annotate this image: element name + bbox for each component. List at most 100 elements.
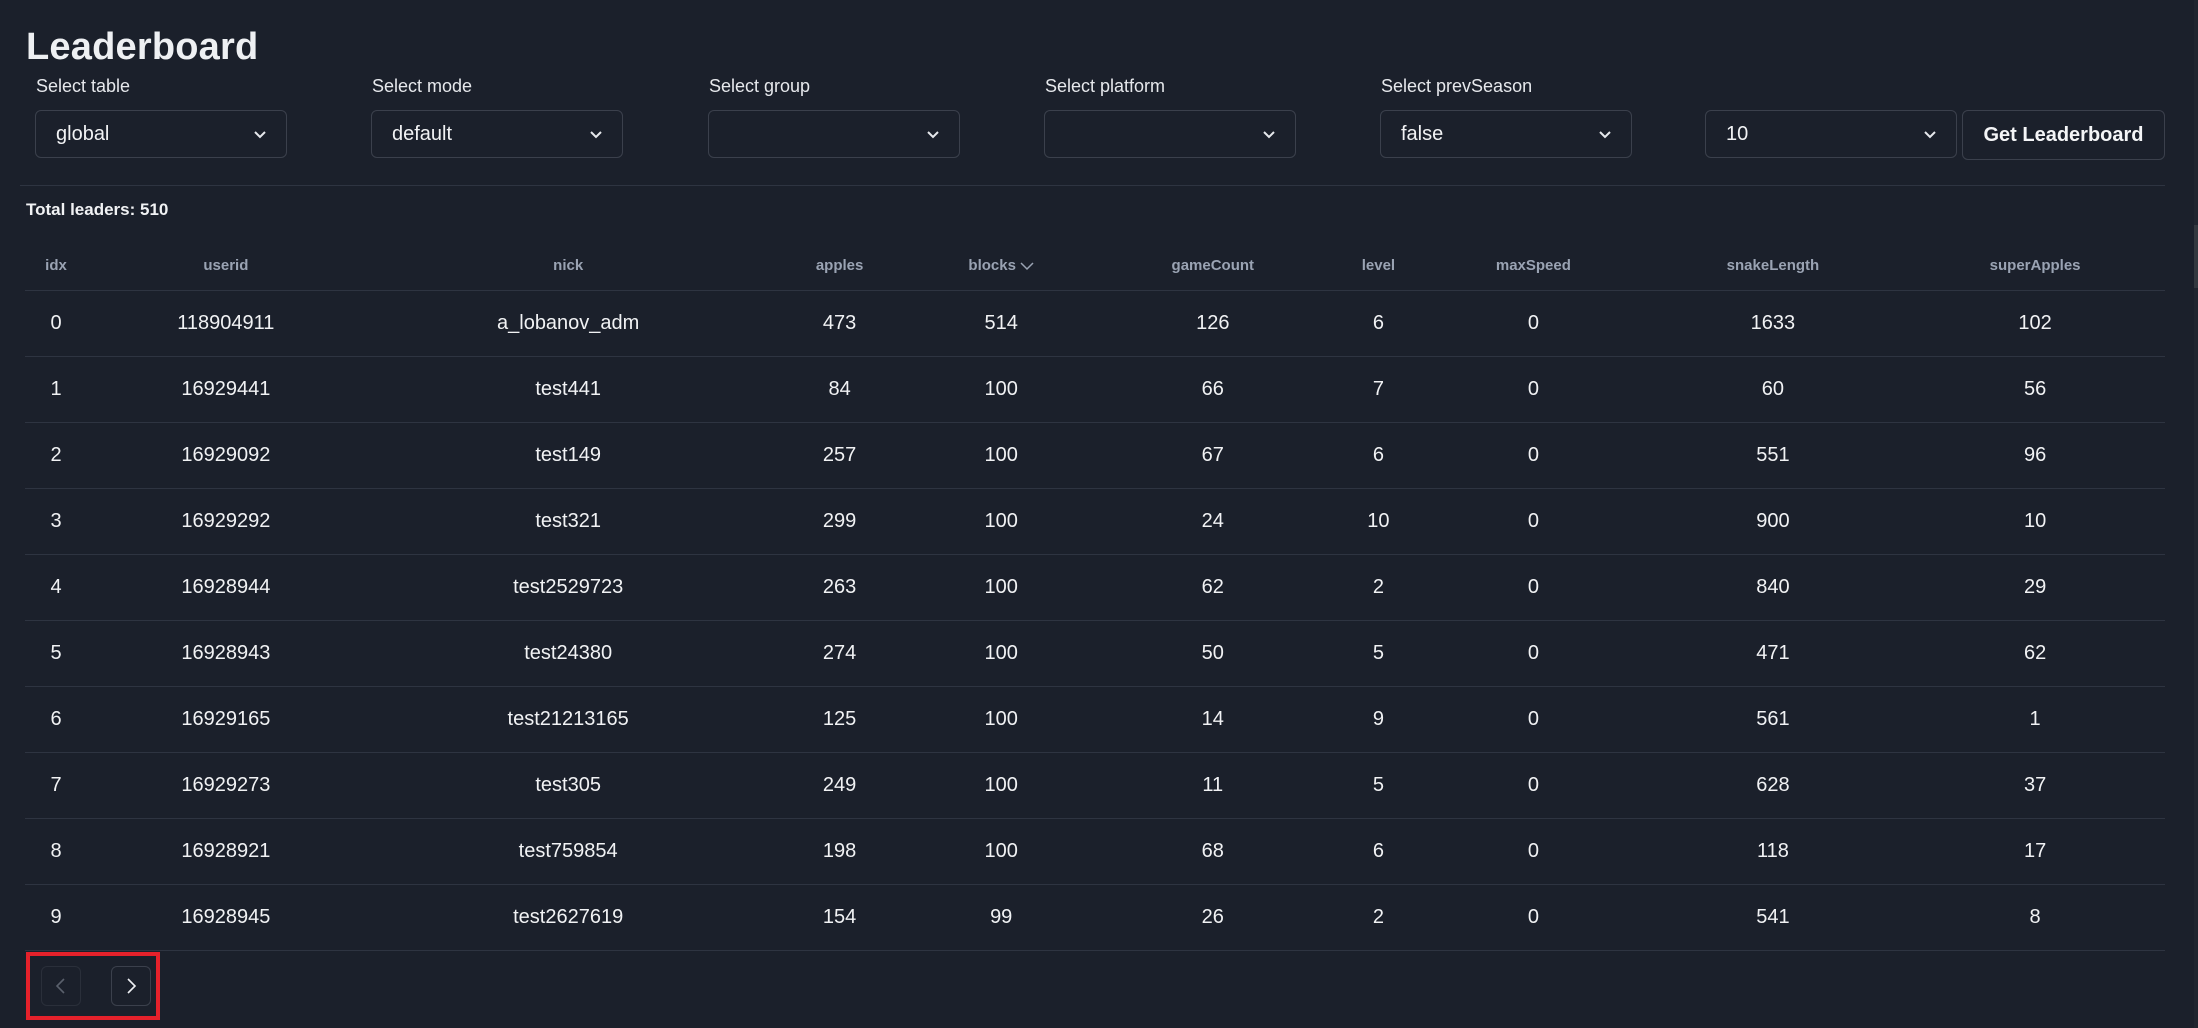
cell-snakelength: 541 [1640, 884, 1906, 951]
cell-snakelength: 118 [1640, 818, 1906, 885]
table-select-value: global [56, 122, 110, 145]
chevron-down-icon [1263, 131, 1275, 139]
chevron-left-icon [55, 978, 65, 994]
limit-select[interactable]: 10 [1705, 110, 1957, 158]
table-row: 2 16929092 test149 257 100 67 6 0 551 96 [25, 422, 2165, 489]
mode-select[interactable]: default [371, 110, 623, 158]
get-leaderboard-button[interactable]: Get Leaderboard [1962, 110, 2165, 160]
group-select[interactable] [708, 110, 960, 158]
cell-gamecount: 68 [1094, 818, 1331, 885]
column-header-nick[interactable]: nick [364, 240, 772, 291]
cell-level: 6 [1330, 422, 1427, 489]
cell-gamecount: 50 [1094, 620, 1331, 687]
limit-select-value: 10 [1726, 122, 1749, 145]
cell-nick: test305 [364, 752, 772, 819]
cell-nick: a_lobanov_adm [364, 290, 772, 357]
cell-snakelength: 1633 [1640, 290, 1906, 357]
filter-platform-label: Select platform [1045, 76, 1166, 96]
column-header-label: blocks [968, 256, 1016, 274]
cell-nick: test149 [364, 422, 772, 489]
previous-page-button[interactable] [41, 966, 81, 1006]
chevron-right-icon [127, 978, 137, 994]
cell-apples: 274 [771, 620, 908, 687]
filter-prevseason: Select prevSeason false [1380, 74, 1632, 158]
cell-snakelength: 551 [1640, 422, 1906, 489]
table-select[interactable]: global [35, 110, 287, 158]
cell-level: 9 [1330, 686, 1427, 753]
filter-table-label: Select table [36, 76, 131, 96]
page-title: Leaderboard [26, 26, 259, 68]
cell-userid: 16929165 [87, 686, 365, 753]
cell-userid: 16929273 [87, 752, 365, 819]
column-header-label: idx [45, 256, 67, 274]
table-row: 9 16928945 test2627619 154 99 26 2 0 541 8 [25, 884, 2165, 951]
cell-level: 7 [1330, 356, 1427, 423]
cell-apples: 257 [771, 422, 908, 489]
next-page-button[interactable] [111, 966, 151, 1006]
cell-superapples: 37 [1905, 752, 2165, 819]
column-header-apples[interactable]: apples [771, 240, 908, 291]
column-header-blocks[interactable]: blocks [907, 240, 1095, 291]
cell-apples: 84 [771, 356, 908, 423]
table-row: 3 16929292 test321 299 100 24 10 0 900 10 [25, 488, 2165, 555]
cell-gamecount: 62 [1094, 554, 1331, 621]
cell-nick: test321 [364, 488, 772, 555]
cell-maxspeed: 0 [1426, 554, 1641, 621]
filter-table: Select table global [35, 74, 287, 158]
cell-snakelength: 471 [1640, 620, 1906, 687]
cell-blocks: 100 [907, 686, 1095, 753]
prevseason-select[interactable]: false [1380, 110, 1632, 158]
cell-snakelength: 60 [1640, 356, 1906, 423]
cell-blocks: 100 [907, 422, 1095, 489]
scrollbar[interactable] [2194, 0, 2198, 1028]
cell-maxspeed: 0 [1426, 620, 1641, 687]
column-header-maxspeed[interactable]: maxSpeed [1426, 240, 1641, 291]
cell-apples: 198 [771, 818, 908, 885]
cell-apples: 154 [771, 884, 908, 951]
cell-nick: test2529723 [364, 554, 772, 621]
column-header-label: userid [203, 256, 249, 274]
filter-limit-label [1705, 74, 1957, 98]
cell-superapples: 102 [1905, 290, 2165, 357]
cell-gamecount: 126 [1094, 290, 1331, 357]
cell-idx: 9 [25, 884, 87, 951]
scrollbar-thumb[interactable] [2194, 225, 2198, 288]
column-header-snakelength[interactable]: snakeLength [1640, 240, 1906, 291]
cell-superapples: 10 [1905, 488, 2165, 555]
platform-select[interactable] [1044, 110, 1296, 158]
cell-snakelength: 840 [1640, 554, 1906, 621]
cell-idx: 3 [25, 488, 87, 555]
cell-maxspeed: 0 [1426, 884, 1641, 951]
cell-nick: test24380 [364, 620, 772, 687]
cell-idx: 6 [25, 686, 87, 753]
cell-blocks: 514 [907, 290, 1095, 357]
cell-superapples: 56 [1905, 356, 2165, 423]
cell-superapples: 96 [1905, 422, 2165, 489]
column-header-gamecount[interactable]: gameCount [1094, 240, 1331, 291]
cell-idx: 0 [25, 290, 87, 357]
cell-blocks: 100 [907, 818, 1095, 885]
cell-level: 5 [1330, 752, 1427, 819]
filter-mode-label: Select mode [372, 76, 473, 96]
cell-superapples: 1 [1905, 686, 2165, 753]
cell-gamecount: 67 [1094, 422, 1331, 489]
cell-level: 5 [1330, 620, 1427, 687]
cell-blocks: 100 [907, 620, 1095, 687]
column-header-level[interactable]: level [1330, 240, 1427, 291]
column-header-idx[interactable]: idx [25, 240, 87, 291]
cell-superapples: 8 [1905, 884, 2165, 951]
table-body: 0 118904911 a_lobanov_adm 473 514 126 6 0 1633 10… [25, 290, 2165, 951]
cell-blocks: 100 [907, 554, 1095, 621]
table-row: 6 16929165 test21213165 125 100 14 9 0 561 1 [25, 686, 2165, 753]
table-row: 4 16928944 test2529723 263 100 62 2 0 840 29 [25, 554, 2165, 621]
column-header-superapples[interactable]: superApples [1905, 240, 2165, 291]
table-header-row: idx userid nick apples blocks gameCount … [25, 240, 2165, 291]
cell-apples: 299 [771, 488, 908, 555]
column-header-userid[interactable]: userid [87, 240, 365, 291]
divider [20, 185, 2165, 186]
cell-idx: 8 [25, 818, 87, 885]
filter-group-label: Select group [709, 76, 811, 96]
table-row: 5 16928943 test24380 274 100 50 5 0 471 62 [25, 620, 2165, 687]
chevron-down-icon [254, 131, 266, 139]
cell-idx: 4 [25, 554, 87, 621]
